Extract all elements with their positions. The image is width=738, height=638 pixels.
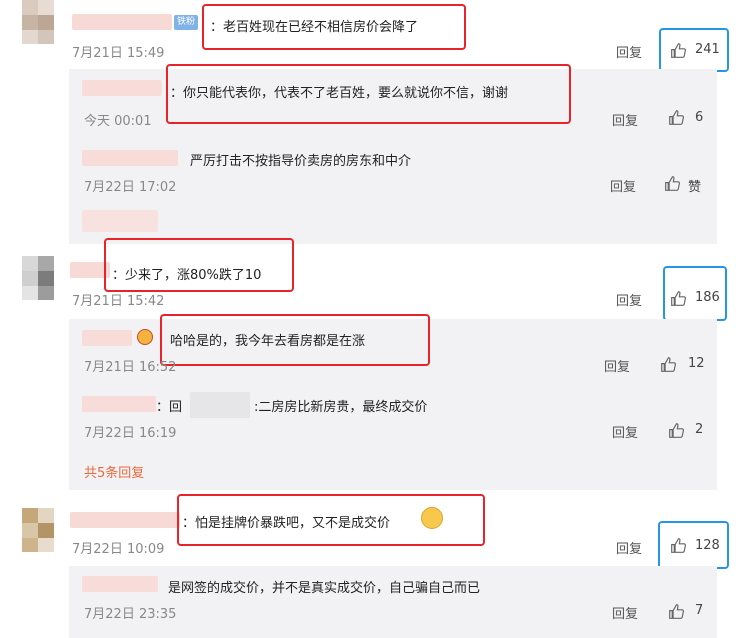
like-count: 6 [695,110,704,125]
emoji-icon [137,329,153,345]
highlight-box-red [177,494,485,546]
like-count: 12 [688,356,705,371]
avatar[interactable] [22,0,54,44]
avatar[interactable] [22,508,54,552]
reply-time: 7月21日 16:52 [84,360,177,375]
reply-button[interactable]: 回复 [616,290,642,309]
reply-prefix: ：回 [156,400,183,415]
highlight-box-blue [658,521,729,569]
reply-time: 今天 00:01 [84,114,152,129]
reply-time: 7月22日 17:02 [84,180,177,195]
like-count[interactable]: 赞 [688,176,701,195]
username-blurred[interactable] [70,512,180,528]
username-blurred[interactable] [190,392,250,418]
like-count: 2 [695,422,704,437]
reply-text: 严厉打击不按指导价卖房的房东和中介 [190,154,412,169]
fan-badge: 铁粉 [174,15,199,30]
username-blurred[interactable] [82,80,162,96]
comment-time: 7月22日 10:09 [72,542,165,557]
comment-time: 7月21日 15:49 [72,46,165,61]
thumbs-up-icon[interactable] [668,422,685,439]
reply-button[interactable]: 回复 [604,356,630,375]
reply-text: 是网签的成交价，并不是真实成交价，自己骗自己而已 [168,581,481,596]
reply-button[interactable]: 回复 [612,422,638,441]
username-blurred[interactable] [72,14,172,30]
reply-text: :二房房比新房贵，最终成交价 [254,400,428,415]
reply-time: 7月22日 23:35 [84,607,177,622]
thumbs-up-icon[interactable] [668,603,685,620]
highlight-box-red [202,4,466,50]
view-more-replies-link[interactable]: 共5条回复 [84,462,144,481]
like-count: 7 [695,603,704,618]
reply-button[interactable]: 回复 [612,110,638,129]
highlight-box-red [166,64,571,124]
thumbs-up-icon[interactable] [668,109,685,126]
username-blurred[interactable] [82,330,132,346]
username-blurred[interactable] [82,396,156,412]
username-blurred[interactable] [82,576,158,592]
highlight-box-red [104,238,294,292]
highlight-box-blue [663,266,727,321]
highlight-box-blue [659,28,729,72]
comment-time: 7月21日 15:42 [72,294,165,309]
reply-button[interactable]: 回复 [610,176,636,195]
avatar[interactable] [22,256,54,300]
reply-button[interactable]: 回复 [616,42,642,61]
username-blurred[interactable] [82,210,158,232]
thumbs-up-icon[interactable] [660,356,677,373]
highlight-box-red [160,314,430,366]
reply-time: 7月22日 16:19 [84,426,177,441]
thumbs-up-icon[interactable] [664,175,681,192]
reply-button[interactable]: 回复 [612,603,638,622]
reply-button[interactable]: 回复 [616,538,642,557]
username-blurred[interactable] [82,150,178,166]
